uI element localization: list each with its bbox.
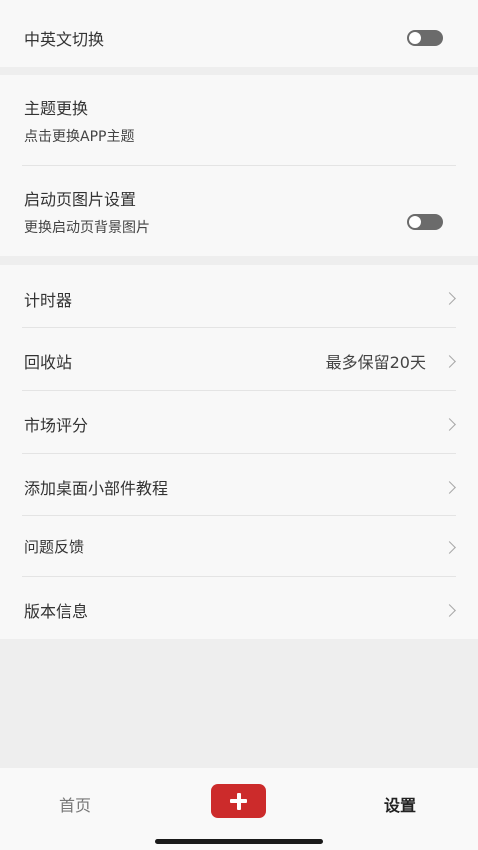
language-toggle-label: 中英文切换 [24,30,105,49]
chevron-right-icon [443,481,456,494]
market-rating-label: 市场评分 [24,416,89,435]
recycle-bin-row[interactable]: 回收站 最多保留20天 [0,328,478,390]
splash-toggle-switch[interactable] [407,214,443,230]
chevron-right-icon [443,541,456,554]
misc-section: 计时器 回收站 最多保留20天 市场评分 添加桌面小部件教程 问题反馈 版本信息 [0,265,478,639]
language-toggle-row[interactable]: 中英文切换 [0,0,478,67]
version-info-label: 版本信息 [24,602,89,621]
home-indicator [155,839,323,844]
widget-tutorial-row[interactable]: 添加桌面小部件教程 [0,454,478,516]
toggle-knob [409,216,421,228]
recycle-bin-label: 回收站 [24,353,73,372]
tab-home[interactable]: 首页 [59,792,91,816]
settings-page: 中英文切换 主题更换 点击更换APP主题 启动页图片设置 更换启动页背景图片 计… [0,0,478,850]
feedback-label: 问题反馈 [24,538,85,556]
theme-row[interactable]: 主题更换 点击更换APP主题 [0,75,478,165]
timer-row[interactable]: 计时器 [0,265,478,327]
version-info-row[interactable]: 版本信息 [0,577,478,639]
timer-label: 计时器 [24,291,73,310]
chevron-right-icon [443,604,456,617]
appearance-section: 主题更换 点击更换APP主题 启动页图片设置 更换启动页背景图片 [0,75,478,256]
theme-subtitle: 点击更换APP主题 [24,129,135,145]
tab-settings[interactable]: 设置 [384,792,416,816]
chevron-right-icon [443,355,456,368]
splash-row[interactable]: 启动页图片设置 更换启动页背景图片 [0,166,478,256]
theme-title: 主题更换 [24,99,89,118]
add-button[interactable] [211,784,266,818]
widget-tutorial-label: 添加桌面小部件教程 [24,479,169,498]
splash-title: 启动页图片设置 [24,190,137,209]
recycle-bin-value: 最多保留20天 [325,353,426,372]
feedback-row[interactable]: 问题反馈 [0,516,478,577]
bottom-tab-bar: 首页 设置 [0,768,478,850]
language-toggle-switch[interactable] [407,30,443,46]
market-rating-row[interactable]: 市场评分 [0,391,478,453]
toggle-knob [409,32,421,44]
language-section: 中英文切换 [0,0,478,67]
chevron-right-icon [443,292,456,305]
splash-subtitle: 更换启动页背景图片 [24,220,150,236]
chevron-right-icon [443,418,456,431]
